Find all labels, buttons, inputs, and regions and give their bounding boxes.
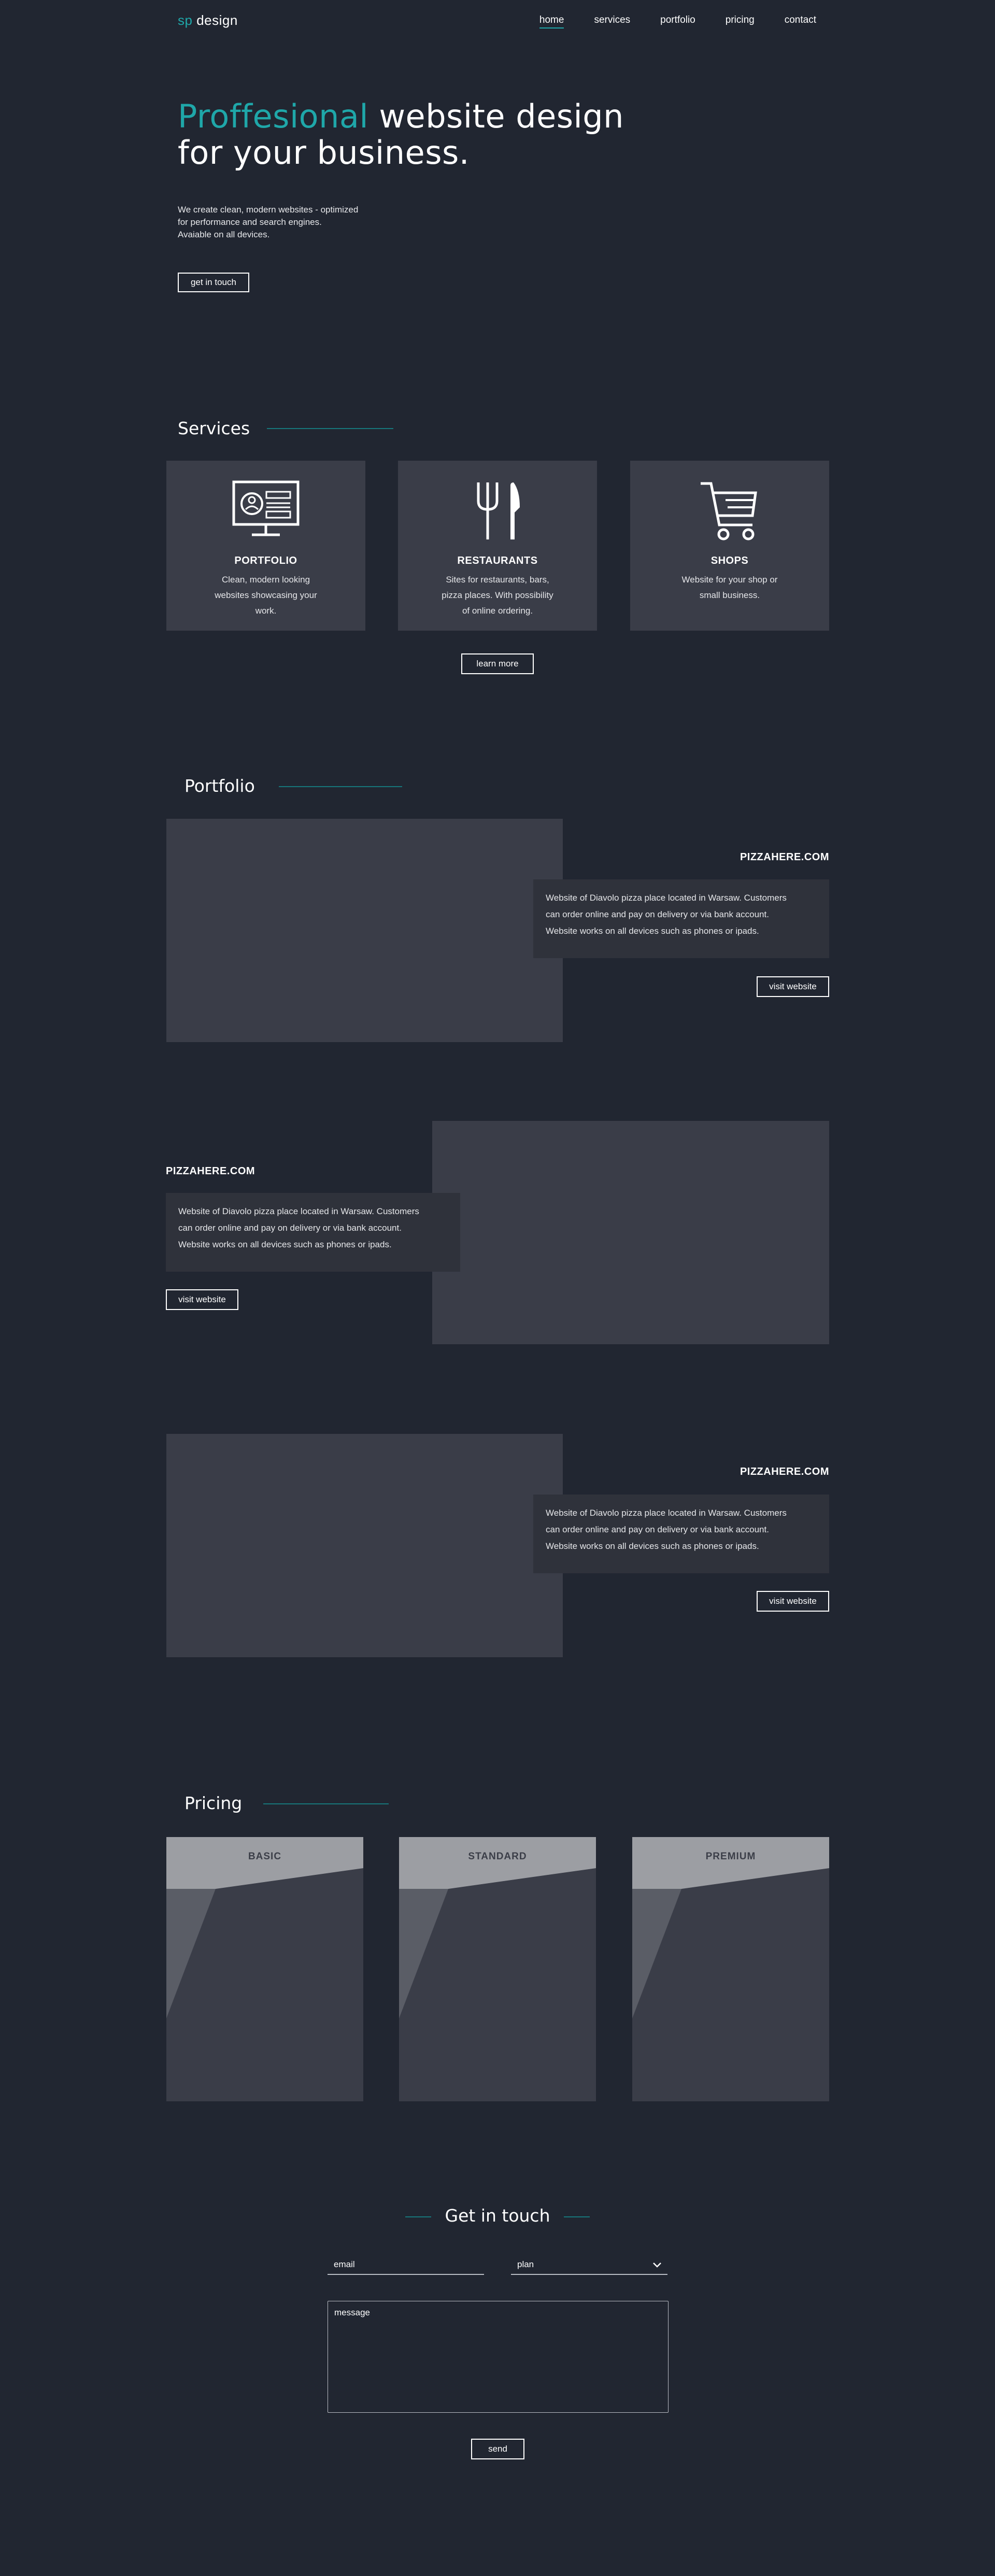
portfolio-title-line	[279, 786, 402, 787]
portfolio-domain[interactable]: PIZZAHERE.COM	[740, 1466, 829, 1478]
pricing-plan-name: PREMIUM	[705, 1851, 756, 1862]
service-desc-line: pizza places. With possibility	[442, 590, 553, 600]
pricing-plan-name: BASIC	[248, 1851, 282, 1862]
portfolio-desc-line: can order online and pay on delivery or …	[546, 1525, 769, 1534]
pricing-card-basic[interactable]: BASIC	[166, 1837, 363, 2101]
visit-website-button[interactable]: visit website	[757, 1591, 829, 1612]
hero-title: Proffesional website design for your bus…	[178, 98, 624, 171]
logo[interactable]: sp design	[178, 12, 238, 29]
plan-placeholder: plan	[517, 2259, 534, 2269]
fork-knife-icon	[477, 482, 520, 539]
logo-prefix: sp	[178, 12, 193, 28]
hero-text-line: Avaiable on all devices.	[178, 230, 270, 239]
hero-title-accent: Proffesional	[178, 97, 369, 135]
service-card-restaurants: RESTAURANTS Sites for restaurants, bars,…	[398, 461, 597, 631]
service-card-shops: SHOPS Website for your shop or small bus…	[630, 461, 829, 631]
plan-select[interactable]: plan	[511, 2259, 667, 2275]
logo-text: design	[192, 12, 238, 28]
service-card-title: PORTFOLIO	[234, 555, 297, 566]
portfolio-desc-line: Website works on all devices such as pho…	[178, 1240, 392, 1249]
portfolio-description: Website of Diavolo pizza place located i…	[166, 1193, 460, 1272]
portfolio-desc-line: Website works on all devices such as pho…	[546, 926, 759, 936]
hero-title-line2: for your business.	[178, 134, 470, 172]
email-placeholder: email	[334, 2259, 355, 2269]
portfolio-description: Website of Diavolo pizza place located i…	[533, 1495, 829, 1573]
service-card-description: Sites for restaurants, bars, pizza place…	[430, 572, 565, 619]
service-desc-line: websites showcasing your	[215, 590, 317, 600]
chevron-down-icon	[653, 2262, 661, 2268]
service-desc-line: Sites for restaurants, bars,	[446, 575, 549, 585]
portfolio-image	[166, 1434, 563, 1657]
service-card-portfolio: PORTFOLIO Clean, modern looking websites…	[166, 461, 365, 631]
service-desc-line: of online ordering.	[462, 606, 533, 616]
portfolio-domain[interactable]: PIZZAHERE.COM	[166, 1165, 255, 1177]
pricing-card-decoration	[166, 1837, 363, 2018]
service-card-title: RESTAURANTS	[457, 555, 538, 566]
nav-services[interactable]: services	[594, 15, 630, 29]
service-desc-line: small business.	[699, 590, 760, 600]
portfolio-desc-line: Website works on all devices such as pho…	[546, 1541, 759, 1551]
service-card-description: Clean, modern looking websites showcasin…	[198, 572, 333, 619]
portfolio-desc-line: Website of Diavolo pizza place located i…	[546, 893, 787, 903]
hero-text-line: for performance and search engines.	[178, 217, 322, 227]
portfolio-desc-line: Website of Diavolo pizza place located i…	[178, 1206, 419, 1216]
nav-contact[interactable]: contact	[785, 15, 816, 29]
portfolio-domain[interactable]: PIZZAHERE.COM	[740, 851, 829, 863]
nav-portfolio[interactable]: portfolio	[660, 15, 695, 29]
service-card-title: SHOPS	[710, 555, 749, 566]
nav-pricing[interactable]: pricing	[726, 15, 755, 29]
nav-home[interactable]: home	[539, 15, 564, 29]
visit-website-button[interactable]: visit website	[166, 1289, 238, 1310]
portfolio-description: Website of Diavolo pizza place located i…	[533, 879, 829, 958]
cart-icon	[701, 482, 757, 540]
pricing-card-premium[interactable]: PREMIUM	[632, 1837, 829, 2101]
portfolio-desc-line: can order online and pay on delivery or …	[178, 1223, 402, 1233]
service-desc-line: Clean, modern looking	[221, 575, 310, 585]
portfolio-desc-line: Website of Diavolo pizza place located i…	[546, 1508, 787, 1518]
pricing-plan-name: STANDARD	[468, 1851, 527, 1862]
pricing-card-decoration	[632, 1837, 829, 2018]
portfolio-desc-line: can order online and pay on delivery or …	[546, 909, 769, 919]
services-title: Services	[178, 418, 250, 438]
message-placeholder: message	[334, 2308, 370, 2317]
hero-description: We create clean, modern websites - optim…	[178, 204, 395, 241]
get-in-touch-button[interactable]: get in touch	[178, 273, 249, 292]
services-title-line	[267, 428, 393, 429]
portfolio-image	[432, 1121, 829, 1344]
portfolio-title: Portfolio	[184, 776, 255, 796]
contact-title: Get in touch	[445, 2205, 550, 2226]
pricing-title-line	[263, 1803, 389, 1804]
hero-title-rest: website design	[368, 97, 624, 135]
service-card-description: Website for your shop or small business.	[662, 572, 797, 603]
pricing-title: Pricing	[184, 1793, 243, 1813]
service-desc-line: Website for your shop or	[681, 575, 778, 585]
service-desc-line: work.	[255, 606, 277, 616]
pricing-card-standard[interactable]: STANDARD	[399, 1837, 596, 2101]
monitor-icon	[232, 480, 300, 536]
hero-text-line: We create clean, modern websites - optim…	[178, 205, 359, 215]
visit-website-button[interactable]: visit website	[757, 976, 829, 997]
main-nav: home services portfolio pricing contact	[539, 15, 816, 29]
pricing-card-decoration	[399, 1837, 596, 2018]
message-textarea[interactable]: message	[328, 2301, 669, 2413]
email-field[interactable]: email	[328, 2259, 484, 2275]
learn-more-button[interactable]: learn more	[461, 653, 534, 674]
portfolio-image	[166, 819, 563, 1042]
contact-title-line-right	[564, 2216, 590, 2217]
send-button[interactable]: send	[471, 2439, 524, 2459]
